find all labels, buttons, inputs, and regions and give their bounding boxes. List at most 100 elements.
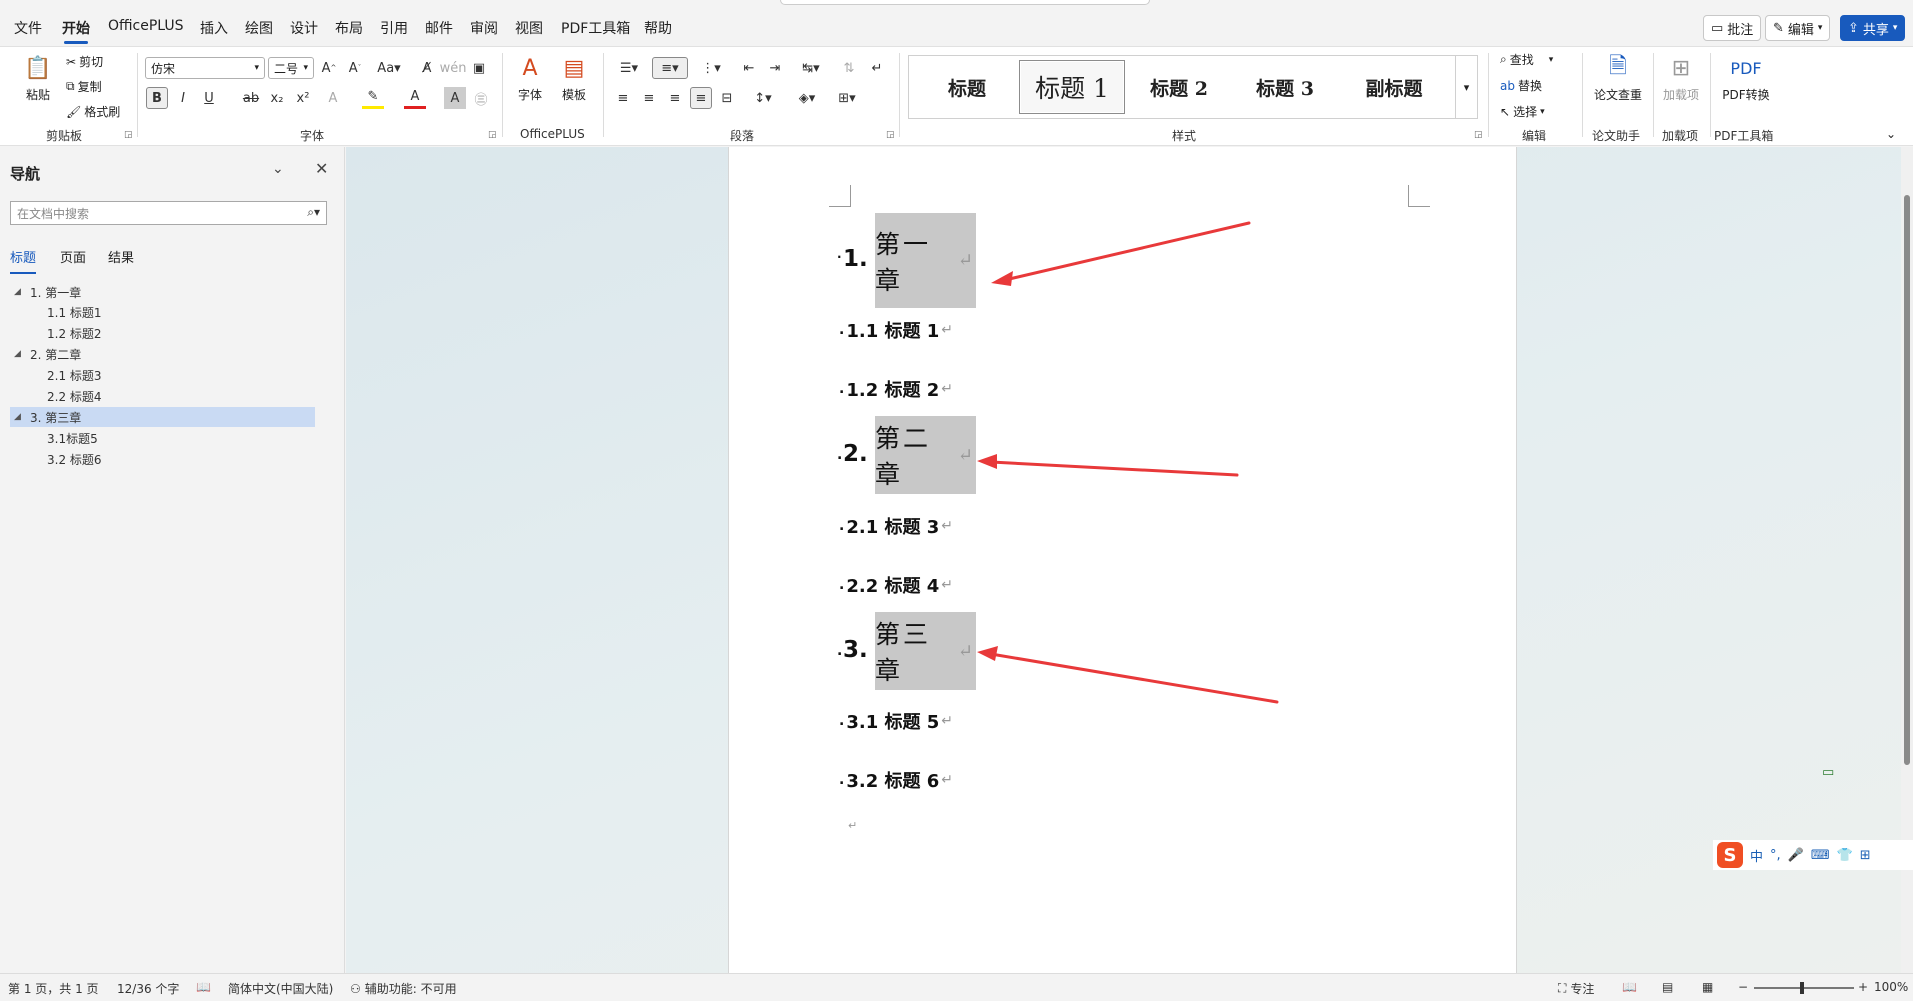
clear-format-icon[interactable]: A̸ [416,57,438,79]
zoom-slider[interactable] [1754,982,1854,994]
bullets-icon[interactable]: ☰▾ [612,57,646,79]
subheading[interactable]: . 2.2 标题 4 ↵ [839,572,953,598]
nav-tab-pages[interactable]: 页面 [60,247,86,266]
strikethrough-button[interactable]: ab [240,87,262,109]
microphone-icon[interactable]: 🎤 [1788,848,1804,863]
tab-draw[interactable]: 绘图 [245,18,273,38]
tree-item-heading[interactable]: 3.2 标题6 [10,449,315,469]
tab-home[interactable]: 开始 [62,18,90,44]
tree-item-heading[interactable]: 3.1标题5 [10,428,315,448]
editing-mode-button[interactable]: ✎ 编辑 ▾ [1765,15,1831,41]
pdf-convert-button[interactable]: PDF PDF转换 [1716,53,1776,103]
tab-design[interactable]: 设计 [290,18,318,38]
style-subtitle[interactable]: 副标题 [1339,60,1449,114]
numbering-icon[interactable]: ≡▾ [652,57,688,79]
accessibility-status[interactable]: ⚇ 辅助功能: 不可用 [350,980,457,997]
highlight-icon[interactable]: ✎ [362,87,384,109]
print-layout-icon[interactable]: ▤ [1662,980,1673,994]
tab-mailings[interactable]: 邮件 [425,18,453,38]
language-status[interactable]: 简体中文(中国大陆) [228,980,333,997]
multilevel-list-icon[interactable]: ⋮▾ [694,57,728,79]
tree-item-chapter-3[interactable]: ◢ 3. 第三章 [10,407,315,427]
close-icon[interactable]: ✕ [315,159,328,178]
shading-icon[interactable]: ◈▾ [790,87,824,109]
page-count[interactable]: 第 1 页，共 1 页 [8,980,99,997]
tab-review[interactable]: 审阅 [470,18,498,38]
share-button[interactable]: ⇪ 共享 ▾ [1840,15,1906,41]
proofing-icon[interactable]: 📖 [196,980,211,994]
addins-button[interactable]: ⊞ 加载项 [1658,53,1704,103]
tab-file[interactable]: 文件 [14,18,42,38]
comments-button[interactable]: ▭ 批注 [1703,15,1762,41]
grow-font-icon[interactable]: A ^ [318,57,340,79]
tab-layout[interactable]: 布局 [335,18,363,38]
text-effects-icon[interactable]: A [322,87,344,109]
style-heading-1[interactable]: 标题 1 [1019,60,1125,114]
tab-officeplus[interactable]: OfficePLUS [108,18,184,34]
collapse-ribbon-icon[interactable]: ⌄ [1886,127,1896,141]
char-border-icon[interactable]: ▣ [468,57,490,79]
apps-icon[interactable]: ⊞ [1860,848,1871,863]
distributed-icon[interactable]: ⊟ [716,87,738,109]
tab-pdf-toolbox[interactable]: PDF工具箱 [561,18,630,38]
phonetic-guide-icon[interactable]: wén [440,57,467,79]
borders-icon[interactable]: ⊞▾ [830,87,864,109]
subheading[interactable]: . 1.1 标题 1 ↵ [839,317,953,343]
officeplus-font-button[interactable]: A 字体 [506,53,554,103]
subscript-button[interactable]: x₂ [266,87,288,109]
font-color-icon[interactable]: A [404,87,426,109]
skin-icon[interactable]: 👕 [1837,848,1853,863]
dialog-launcher-icon[interactable]: ◲ [124,130,133,140]
char-shading-icon[interactable]: A [444,87,466,109]
show-marks-icon[interactable]: ↵ [866,57,888,79]
tab-insert[interactable]: 插入 [200,18,228,38]
underline-button[interactable]: U [198,87,220,109]
tab-help[interactable]: 帮助 [644,18,672,38]
read-mode-icon[interactable]: 📖 [1622,980,1637,994]
sort-icon[interactable]: ⇅ [838,57,860,79]
subheading[interactable]: . 3.1 标题 5 ↵ [839,708,953,734]
word-count[interactable]: 12/36 个字 [117,980,179,997]
punctuation-icon[interactable]: °, [1770,848,1781,863]
chinese-layout-icon[interactable]: ↹▾ [794,57,828,79]
template-button[interactable]: ▤ 模板 [550,53,598,103]
scroll-thumb[interactable] [1904,195,1910,765]
align-center-icon[interactable]: ≡ [638,87,660,109]
change-case-icon[interactable]: Aa▾ [374,57,404,79]
subheading[interactable]: . 2.1 标题 3 ↵ [839,513,953,539]
tree-item-heading[interactable]: 1.1 标题1 [10,302,315,322]
italic-button[interactable]: I [172,87,194,109]
paste-button[interactable]: 📋 粘贴 [14,53,62,103]
gallery-more-icon[interactable]: ▾ [1455,56,1477,118]
keyboard-icon[interactable]: ⌨ [1811,848,1830,863]
shrink-font-icon[interactable]: Aˇ [344,57,366,79]
dialog-launcher-icon[interactable]: ◲ [488,130,497,140]
style-heading-2[interactable]: 标题 2 [1127,60,1231,114]
superscript-button[interactable]: x² [292,87,314,109]
find-button[interactable]: ⌕ 查找 ▾ [1500,51,1553,68]
expand-arrow-icon[interactable]: ◢ [14,349,21,359]
document-page[interactable]: · 1. 第一章 ↵ . 1.1 标题 1 ↵ . 1.2 标题 2 ↵ . 2. 第二章… [728,147,1517,973]
tree-item-chapter-1[interactable]: ◢ 1. 第一章 [10,282,315,302]
enclose-char-icon[interactable]: ㊂ [470,87,492,109]
style-title[interactable]: 标题 [917,60,1017,114]
title-search-box[interactable] [780,0,1150,5]
nav-tab-headings[interactable]: 标题 [10,247,37,274]
select-button[interactable]: ↖ 选择 ▾ [1500,103,1545,120]
tree-item-heading[interactable]: 1.2 标题2 [10,323,315,343]
justify-icon[interactable]: ≡ [690,87,712,109]
sogou-logo-icon[interactable]: S [1717,842,1743,868]
decrease-indent-icon[interactable]: ⇤ [738,57,760,79]
expand-arrow-icon[interactable]: ◢ [14,287,21,297]
subheading[interactable]: . 1.2 标题 2 ↵ [839,376,953,402]
style-heading-3[interactable]: 标题 3 [1233,60,1337,114]
dialog-launcher-icon[interactable]: ◲ [1474,130,1483,140]
zoom-out-icon[interactable]: − [1738,980,1748,994]
tree-item-chapter-2[interactable]: ◢ 2. 第二章 [10,344,315,364]
tree-item-heading[interactable]: 2.1 标题3 [10,365,315,385]
line-spacing-icon[interactable]: ↕▾ [746,87,780,109]
copy-button[interactable]: ⧉ 复制 [66,78,102,95]
nav-search-input[interactable]: 在文档中搜索 ⌕▾ [10,201,327,225]
tab-view[interactable]: 视图 [515,18,543,38]
empty-paragraph[interactable]: ↵ [846,819,857,832]
